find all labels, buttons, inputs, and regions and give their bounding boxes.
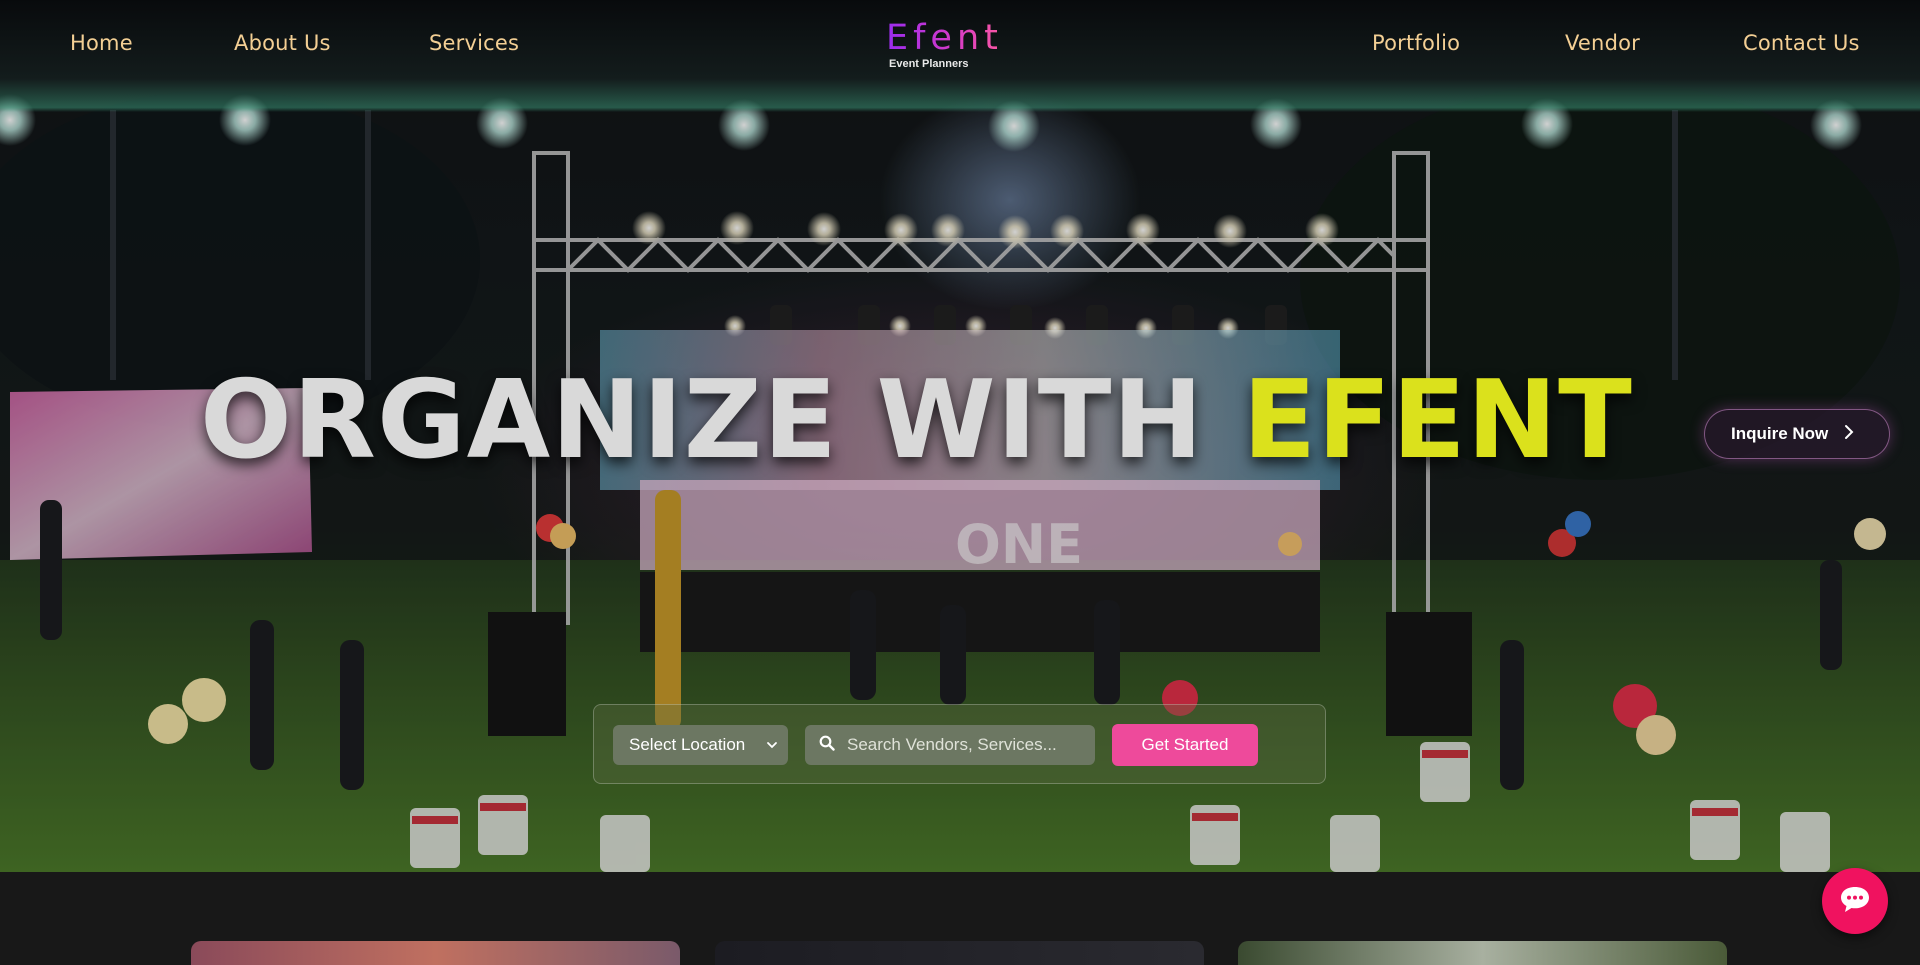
search-icon xyxy=(819,735,835,756)
logo-tagline: Event Planners xyxy=(889,58,969,70)
search-bar: Select Location Get Started xyxy=(593,704,1326,784)
top-navigation: Home About Us Services Efent Event Plann… xyxy=(0,0,1920,92)
feature-card-3[interactable] xyxy=(1238,941,1727,965)
headline-brand-part: EFENT xyxy=(1242,358,1633,483)
chat-bubble-icon xyxy=(1838,884,1872,919)
feature-card-2[interactable] xyxy=(715,941,1204,965)
inquire-now-label: Inquire Now xyxy=(1731,424,1829,443)
nav-link-contact-us[interactable]: Contact Us xyxy=(1743,31,1860,55)
nav-link-about-us[interactable]: About Us xyxy=(234,31,331,55)
chat-button[interactable] xyxy=(1822,868,1888,934)
search-input[interactable] xyxy=(845,734,1079,756)
nav-link-portfolio[interactable]: Portfolio xyxy=(1372,31,1460,55)
logo-wordmark: Efent xyxy=(886,18,1006,58)
get-started-button[interactable]: Get Started xyxy=(1112,724,1258,766)
search-field[interactable] xyxy=(805,725,1095,765)
hero-section: ONE Home About Us Services Efent Event P… xyxy=(0,0,1920,872)
feature-card-1[interactable] xyxy=(191,941,680,965)
chevron-right-icon xyxy=(1844,424,1854,445)
featured-cards-section xyxy=(0,872,1920,965)
hero-headline: ORGANIZE WITH EFENT xyxy=(200,356,1660,486)
nav-link-vendor[interactable]: Vendor xyxy=(1565,31,1640,55)
location-select-value: Select Location xyxy=(629,735,746,754)
location-select[interactable]: Select Location xyxy=(613,725,788,765)
nav-link-services[interactable]: Services xyxy=(429,31,519,55)
headline-white-part: ORGANIZE WITH xyxy=(200,358,1243,483)
nav-link-home[interactable]: Home xyxy=(70,31,133,55)
inquire-now-button[interactable]: Inquire Now xyxy=(1704,409,1890,459)
chevron-down-icon xyxy=(766,737,778,757)
brand-logo[interactable]: Efent Event Planners xyxy=(886,18,1006,74)
